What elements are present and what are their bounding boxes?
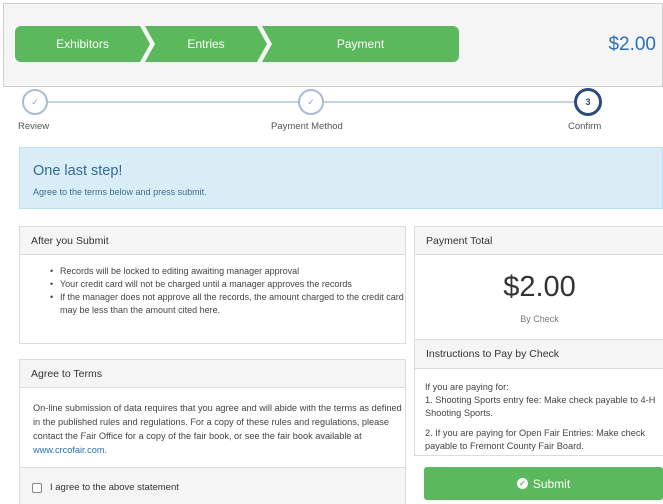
payment-method: By Check — [520, 314, 559, 324]
breadcrumb-label: Entries — [187, 37, 225, 51]
step-payment-method-check-icon: ✓ — [298, 89, 324, 115]
notice-title: One last step! — [33, 163, 123, 179]
submit-button[interactable]: ✓ Submit — [424, 467, 663, 500]
progress-stepper: ✓ Review ✓ Payment Method 3 Confirm — [0, 87, 663, 137]
breadcrumb-entries[interactable]: Entries — [145, 26, 267, 62]
check-instructions: If you are paying for: 1. Shooting Sport… — [425, 381, 660, 460]
agree-terms-title: Agree to Terms — [20, 360, 405, 388]
instruction-item: 1. Shooting Sports entry fee: Make check… — [425, 395, 656, 418]
instruction-item: 2. If you are paying for Open Fair Entri… — [425, 428, 646, 451]
notice-text: Agree to the terms below and press submi… — [33, 187, 207, 197]
breadcrumb-payment[interactable]: Payment — [262, 26, 459, 62]
breadcrumb-label: Exhibitors — [56, 37, 109, 51]
step-payment-method-label: Payment Method — [271, 121, 343, 132]
agree-checkbox-row[interactable]: I agree to the above statement — [20, 467, 405, 504]
list-item: If the manager does not approve all the … — [50, 291, 405, 317]
payment-total-title: Payment Total — [415, 227, 663, 255]
step-review-label: Review — [18, 121, 50, 132]
after-submit-list: Records will be locked to editing awaiti… — [20, 255, 405, 317]
fair-link[interactable]: www.crcofair.com. — [33, 445, 107, 455]
instruction-intro: If you are paying for: — [425, 382, 509, 392]
breadcrumb-label: Payment — [336, 37, 385, 51]
header-bar: Exhibitors Entries Payment $2.00 — [3, 3, 663, 87]
agree-terms-panel: Agree to Terms On-line submission of dat… — [19, 359, 406, 504]
step-review-check-icon: ✓ — [22, 89, 48, 115]
terms-body: On-line submission of data requires that… — [33, 403, 402, 441]
after-submit-title: After you Submit — [20, 227, 405, 255]
payment-total-panel: Payment Total $2.00 By Check Instruction… — [414, 226, 663, 456]
after-submit-panel: After you Submit Records will be locked … — [19, 226, 406, 344]
check-circle-icon: ✓ — [516, 478, 528, 489]
list-item: Your credit card will not be charged unt… — [50, 278, 405, 291]
info-notice: One last step! Agree to the terms below … — [19, 147, 663, 209]
payment-amount: $2.00 — [503, 271, 576, 303]
list-item: Records will be locked to editing awaiti… — [50, 265, 405, 278]
step-confirm-marker: 3 — [574, 88, 602, 116]
step-confirm-label: Confirm — [568, 121, 602, 132]
header-total: $2.00 — [608, 34, 656, 55]
breadcrumb-exhibitors[interactable]: Exhibitors — [15, 26, 150, 62]
agree-terms-text: On-line submission of data requires that… — [20, 388, 405, 457]
submit-label: Submit — [532, 476, 571, 491]
agree-checkbox-label[interactable]: I agree to the above statement — [50, 482, 179, 493]
check-instructions-title: Instructions to Pay by Check — [415, 339, 663, 369]
breadcrumb: Exhibitors Entries Payment — [15, 26, 459, 62]
agree-checkbox[interactable] — [32, 482, 42, 493]
